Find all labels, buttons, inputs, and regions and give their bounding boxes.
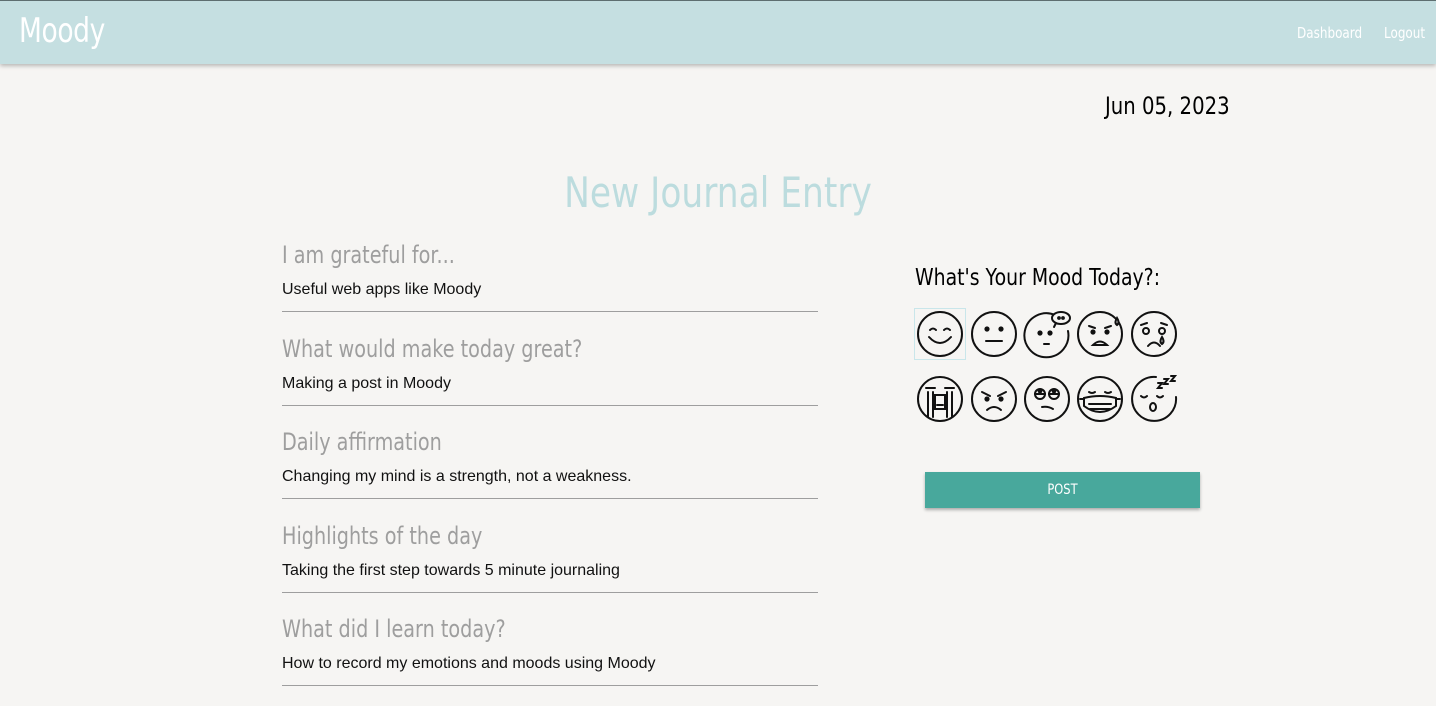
entry-prompt: Highlights of the day xyxy=(282,522,483,550)
navbar: Moody Dashboard Logout xyxy=(0,0,1436,64)
mood-sad[interactable] xyxy=(1129,309,1179,359)
entry-prompt: Daily affirmation xyxy=(282,428,442,456)
entry-grateful: I am grateful for... Useful web apps lik… xyxy=(282,241,818,312)
entry-prompt: What did I learn today? xyxy=(282,615,506,643)
sleeping-face-icon xyxy=(1131,375,1178,422)
smiling-face-icon xyxy=(917,311,963,357)
nav-logout-link[interactable]: Logout xyxy=(1384,24,1425,42)
mood-thinking[interactable] xyxy=(1022,309,1072,359)
eye-roll-face-icon xyxy=(1024,376,1070,422)
mood-happy[interactable] xyxy=(914,308,966,360)
brand-logo[interactable]: Moody xyxy=(19,11,105,51)
mood-neutral[interactable] xyxy=(969,309,1019,359)
anxious-sweat-face-icon xyxy=(1077,311,1123,357)
entry-make-today-great: What would make today great? Making a po… xyxy=(282,335,818,406)
post-button-label: POST xyxy=(1047,482,1078,498)
crying-face-icon xyxy=(1131,311,1177,357)
mood-anxious[interactable] xyxy=(1075,309,1125,359)
mood-sobbing[interactable] xyxy=(915,374,965,424)
entry-learned: What did I learn today? How to record my… xyxy=(282,615,818,686)
sobbing-face-icon xyxy=(917,376,963,422)
angry-face-icon xyxy=(971,376,1017,422)
entry-prompt: I am grateful for... xyxy=(282,241,455,269)
entry-answer-field[interactable]: Making a post in Moody xyxy=(282,375,818,406)
entry-prompt: What would make today great? xyxy=(282,335,583,363)
entry-date: Jun 05, 2023 xyxy=(1105,92,1230,120)
mood-angry[interactable] xyxy=(969,374,1019,424)
post-button[interactable]: POST xyxy=(925,472,1200,508)
nav-dashboard-link[interactable]: Dashboard xyxy=(1297,24,1362,42)
mood-sleepy[interactable] xyxy=(1129,374,1179,424)
mood-sick[interactable] xyxy=(1075,374,1125,424)
entry-answer-field[interactable]: Changing my mind is a strength, not a we… xyxy=(282,468,818,499)
entry-affirmation: Daily affirmation Changing my mind is a … xyxy=(282,428,818,499)
mood-eye-roll[interactable] xyxy=(1022,374,1072,424)
entry-highlights: Highlights of the day Taking the first s… xyxy=(282,522,818,593)
neutral-face-icon xyxy=(971,311,1017,357)
entry-answer-field[interactable]: Useful web apps like Moody xyxy=(282,281,818,312)
mood-title: What's Your Mood Today?: xyxy=(915,265,1161,291)
mask-face-icon xyxy=(1077,376,1123,422)
entry-answer-field[interactable]: How to record my emotions and moods usin… xyxy=(282,655,818,686)
entry-answer-field[interactable]: Taking the first step towards 5 minute j… xyxy=(282,562,818,593)
thinking-face-icon xyxy=(1023,311,1071,359)
page-title: New Journal Entry xyxy=(564,168,872,217)
